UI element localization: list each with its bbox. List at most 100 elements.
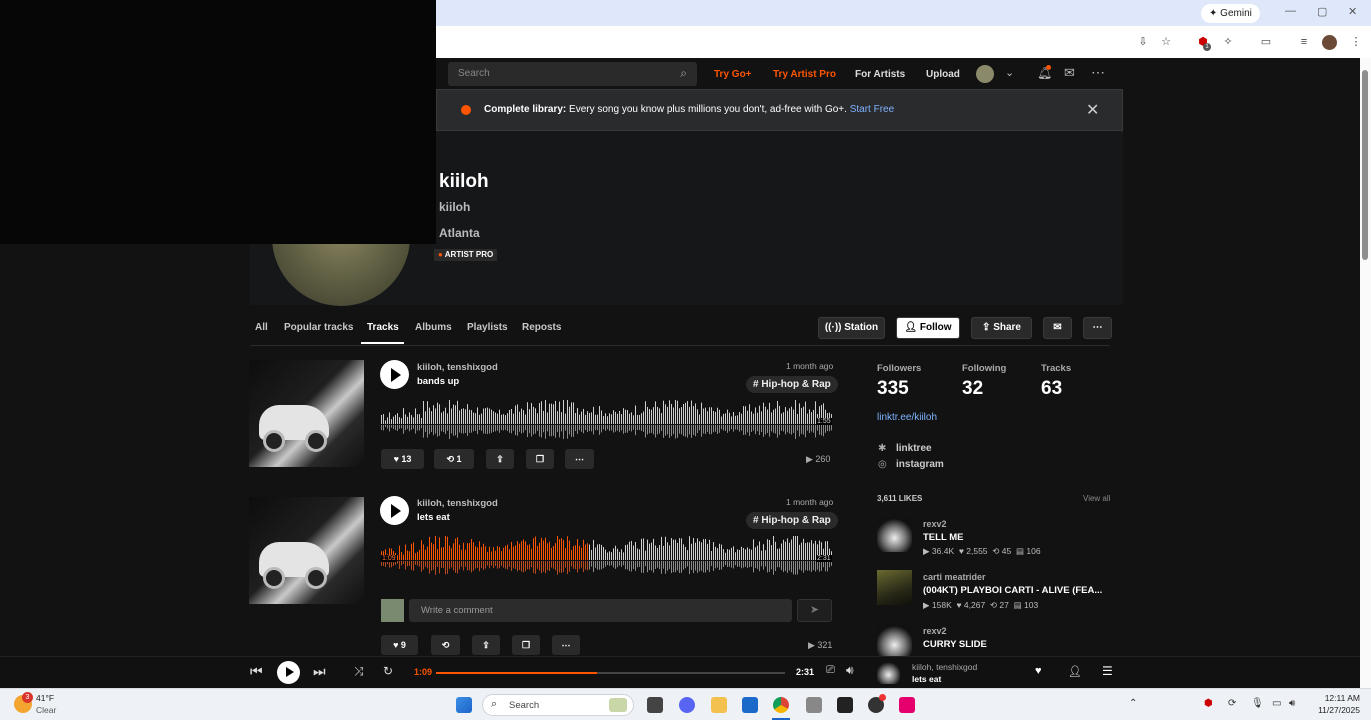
genre-tag[interactable]: # Hip-hop & Rap (746, 512, 838, 529)
file-explorer-icon[interactable] (711, 697, 727, 713)
queue-icon[interactable]: ☰ (1102, 664, 1113, 678)
more-actions-button[interactable]: ⋯ (1083, 317, 1112, 339)
scroll-thumb[interactable] (1362, 70, 1368, 260)
liked-track-artist[interactable]: rexv2 (923, 519, 947, 529)
try-artist-pro-link[interactable]: Try Artist Pro (773, 69, 836, 80)
copy-link-button[interactable]: ❐ (526, 449, 554, 469)
liked-track-artist[interactable]: rexv2 (923, 626, 947, 636)
next-icon[interactable]: ⏭ (313, 663, 326, 680)
liked-track-artwork[interactable] (877, 624, 912, 656)
discord-icon[interactable] (679, 697, 695, 713)
liked-track-title[interactable]: TELL ME (923, 532, 963, 543)
tab-all[interactable]: All (255, 322, 268, 333)
tab-playlists[interactable]: Playlists (467, 322, 508, 333)
heart-icon[interactable]: ♥ (1035, 665, 1042, 677)
for-artists-link[interactable]: For Artists (855, 69, 905, 80)
shuffle-icon[interactable]: ⤨ (354, 664, 364, 679)
upload-link[interactable]: Upload (926, 69, 960, 80)
tab-albums[interactable]: Albums (415, 322, 452, 333)
liked-track-artwork[interactable] (877, 570, 912, 605)
start-icon[interactable] (456, 697, 472, 713)
player-play-button[interactable] (277, 661, 300, 684)
track-artist[interactable]: kiiloh, tenshixgod (417, 498, 498, 509)
epic-games-icon[interactable] (837, 697, 853, 713)
weather-desc[interactable]: Clear (36, 705, 56, 715)
profile-avatar-icon[interactable] (1322, 35, 1337, 50)
now-playing-artwork[interactable] (877, 661, 900, 684)
taskbar-search[interactable]: ⌕ Search (482, 694, 634, 716)
page-scrollbar[interactable] (1360, 58, 1371, 688)
now-playing-artist[interactable]: kiiloh, tenshixgod (912, 662, 977, 672)
repost-button[interactable]: ⟲ (431, 635, 460, 655)
followers-label[interactable]: Followers (877, 363, 921, 374)
tray-shield-icon[interactable]: ⬢ (1204, 698, 1213, 709)
liked-track-artwork[interactable] (877, 517, 912, 552)
share-button[interactable]: ⇪ Share (971, 317, 1032, 339)
instagram-link[interactable]: instagram (896, 459, 944, 470)
following-label[interactable]: Following (962, 363, 1006, 374)
website-link[interactable]: linktr.ee/kiiloh (877, 412, 937, 423)
copy-link-button[interactable]: ❐ (512, 635, 540, 655)
tab-reposts[interactable]: Reposts (522, 322, 561, 333)
search-input[interactable]: Search ⌕ (448, 62, 697, 86)
tab-tracks[interactable]: Tracks (367, 322, 399, 333)
follow-button[interactable]: 👤︎ Follow (896, 317, 960, 339)
track-title[interactable]: bands up (417, 376, 459, 387)
chevron-down-icon[interactable]: ⌄ (1005, 66, 1014, 79)
message-button[interactable]: ✉ (1043, 317, 1072, 339)
clock-time[interactable]: 12:11 AM (1310, 693, 1360, 703)
share-track-button[interactable]: ⇪ (486, 449, 514, 469)
tray-display-icon[interactable]: ▭ (1272, 698, 1281, 709)
store-icon[interactable] (742, 697, 758, 713)
extensions-puzzle-icon[interactable]: ✧ (1221, 35, 1235, 49)
genre-tag[interactable]: # Hip-hop & Rap (746, 376, 838, 393)
search-icon[interactable]: ⌕ (680, 66, 687, 81)
bookmark-star-icon[interactable]: ☆ (1159, 35, 1173, 49)
waveform[interactable] (381, 400, 832, 440)
tray-volume-icon[interactable]: 🔊︎ (1289, 698, 1295, 709)
tiktok-icon[interactable] (899, 697, 915, 713)
like-button[interactable]: ♥ 13 (381, 449, 424, 469)
tracks-label[interactable]: Tracks (1041, 363, 1071, 374)
view-all-link[interactable]: View all (1083, 494, 1110, 503)
like-button[interactable]: ♥ 9 (381, 635, 418, 655)
gemini-button[interactable]: ✦ Gemini (1201, 4, 1260, 23)
tray-sync-icon[interactable]: ⟳ (1228, 698, 1236, 709)
following-count[interactable]: 32 (962, 378, 983, 400)
app-icon[interactable] (806, 697, 822, 713)
repeat-icon[interactable]: ↻ (383, 664, 393, 678)
track-more-button[interactable]: ⋯ (552, 635, 580, 655)
install-icon[interactable]: ⇩ (1136, 35, 1150, 49)
tracks-count[interactable]: 63 (1041, 378, 1062, 400)
comment-input[interactable]: Write a comment (409, 599, 792, 622)
liked-track-title[interactable]: CURRY SLIDE (923, 639, 987, 650)
try-go-plus-link[interactable]: Try Go+ (714, 69, 752, 80)
chrome-icon[interactable] (773, 697, 789, 713)
tab-popular-tracks[interactable]: Popular tracks (284, 322, 353, 333)
track-artwork[interactable] (249, 360, 364, 467)
messages-icon[interactable]: ✉ (1064, 65, 1075, 81)
share-track-button[interactable]: ⇪ (472, 635, 500, 655)
track-more-button[interactable]: ⋯ (565, 449, 594, 469)
start-free-link[interactable]: Start Free (850, 104, 894, 115)
repost-button[interactable]: ⟲ 1 (434, 449, 474, 469)
minimize-icon[interactable]: — (1285, 5, 1296, 17)
progress-track[interactable] (436, 672, 785, 674)
followers-count[interactable]: 335 (877, 378, 909, 400)
media-control-icon[interactable]: ≡ (1297, 35, 1311, 49)
track-artist[interactable]: kiiloh, tenshixgod (417, 362, 498, 373)
tray-mic-icon[interactable]: 🎙︎ (1251, 698, 1264, 709)
track-title[interactable]: lets eat (417, 512, 450, 523)
maximize-icon[interactable]: ▢ (1317, 5, 1327, 18)
task-view-icon[interactable] (647, 697, 663, 713)
previous-icon[interactable]: ⏮ (250, 663, 263, 680)
liked-track-title[interactable]: (004KT) PLAYBOI CARTI - ALIVE (FEA... (923, 585, 1102, 596)
follow-user-icon[interactable]: 👤︎ (1068, 665, 1082, 678)
now-playing-title[interactable]: lets eat (912, 674, 941, 684)
user-avatar[interactable] (976, 65, 994, 83)
close-window-icon[interactable]: ✕ (1348, 5, 1357, 18)
liked-track-artist[interactable]: carti meatrider (923, 572, 986, 582)
waveform[interactable] (381, 536, 832, 576)
station-button[interactable]: ((·)) Station (818, 317, 885, 339)
cast-icon[interactable]: ⎚ (826, 664, 835, 677)
